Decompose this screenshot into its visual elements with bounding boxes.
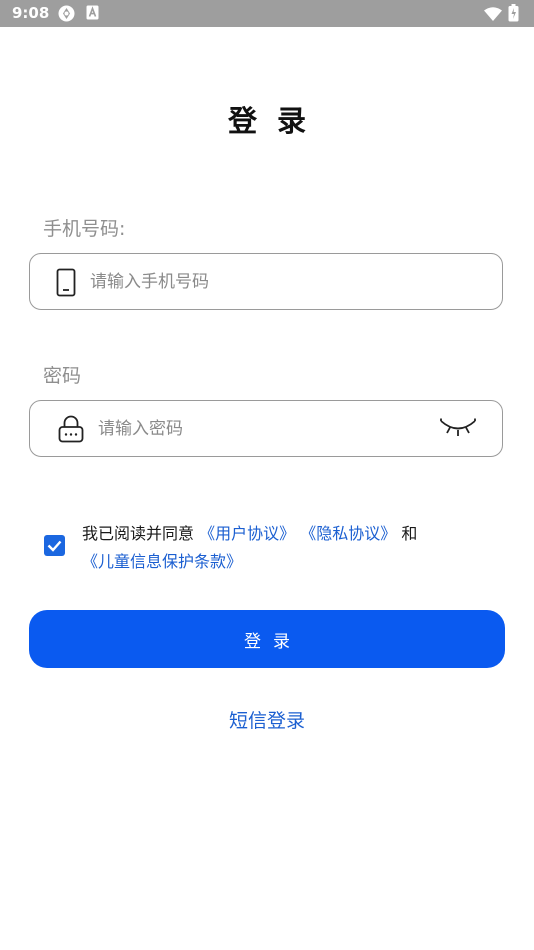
user-agreement-link[interactable]: 《用户协议》 [199, 524, 295, 543]
a-badge-icon [86, 5, 99, 24]
sms-login-link[interactable]: 短信登录 [0, 706, 534, 733]
login-button[interactable]: 登录 [29, 610, 505, 668]
agreement-prefix: 我已阅读并同意 [82, 524, 195, 543]
wifi-icon [484, 6, 502, 25]
privacy-policy-link[interactable]: 《隐私协议》 [300, 524, 396, 543]
children-terms-link[interactable]: 《儿童信息保护条款》 [82, 552, 242, 571]
status-time: 9:08 [12, 4, 50, 22]
status-bar: 9:08 [0, 0, 534, 27]
phone-icon [56, 268, 76, 301]
phone-field[interactable] [29, 253, 503, 310]
phone-input[interactable] [90, 254, 480, 309]
password-field[interactable] [29, 400, 503, 457]
password-label: 密码 [43, 365, 82, 387]
agreement-checkbox[interactable] [44, 535, 65, 556]
lock-icon [58, 415, 84, 447]
checkmark-icon [47, 540, 62, 552]
phone-label: 手机号码: [43, 218, 126, 240]
eye-closed-icon[interactable] [440, 418, 476, 444]
battery-icon [508, 4, 519, 26]
password-input[interactable] [98, 401, 418, 456]
sync-icon [58, 5, 75, 26]
agreement-text: 我已阅读并同意 《用户协议》 《隐私协议》 和 《儿童信息保护条款》 [82, 520, 502, 576]
agreement-conjunction: 和 [401, 524, 418, 543]
page-title: 登录 [227, 104, 326, 138]
